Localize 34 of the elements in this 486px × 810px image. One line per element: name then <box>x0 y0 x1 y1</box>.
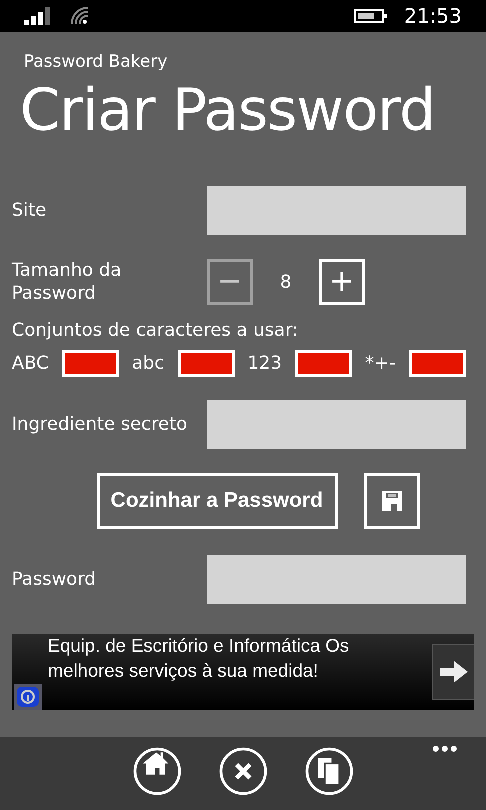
wifi-icon <box>70 6 90 26</box>
site-field[interactable] <box>207 186 466 235</box>
more-icon[interactable] <box>432 745 458 753</box>
site-label: Site <box>12 198 47 222</box>
ad-arrow-button[interactable] <box>432 644 474 700</box>
charset-label: ABC <box>12 352 49 376</box>
close-button[interactable] <box>218 747 268 796</box>
password-field[interactable] <box>207 555 466 604</box>
home-button[interactable] <box>132 747 182 796</box>
ad-text: Equip. de Escritório e Informática Os melhores serviços à sua medida! <box>48 634 350 684</box>
charset-label: *+- <box>365 352 396 376</box>
length-value: 8 <box>279 270 293 294</box>
charset-label: 123 <box>248 352 282 376</box>
charset-label: abc <box>132 352 164 376</box>
charset-checkbox[interactable] <box>62 350 120 378</box>
secret-field[interactable] <box>207 400 466 450</box>
length-label: Tamanho da Password <box>12 259 123 306</box>
bake-password-button[interactable]: Cozinhar a Password <box>96 473 338 530</box>
clock-time: 21:53 <box>404 3 462 30</box>
increase-button[interactable]: + <box>319 259 365 306</box>
battery-icon <box>354 8 388 24</box>
info-icon <box>14 684 42 710</box>
charsets-label: Conjuntos de caracteres a usar: <box>12 318 300 342</box>
password-label: Password <box>12 568 96 592</box>
charset-checkbox[interactable] <box>295 350 352 378</box>
charset-checkbox[interactable] <box>178 350 235 378</box>
charset-checkbox[interactable] <box>408 350 466 378</box>
app-title: Password Bakery <box>23 51 169 71</box>
copy-button[interactable] <box>304 747 354 796</box>
arrow-right-icon <box>440 661 468 684</box>
secret-label: Ingrediente secreto <box>12 412 188 436</box>
page-title: Criar Password <box>19 75 436 139</box>
ad-banner[interactable]: Equip. de Escritório e Informática Os melhores serviços à sua medida! <box>12 634 474 710</box>
save-button[interactable] <box>364 473 420 530</box>
